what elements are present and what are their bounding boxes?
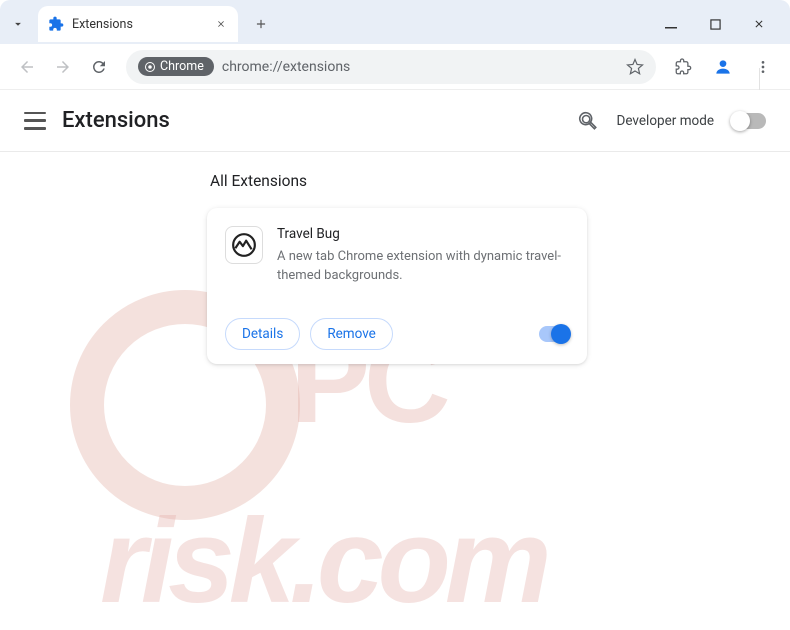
section-title: All Extensions — [210, 172, 790, 190]
person-icon — [713, 57, 733, 77]
minimize-button[interactable] — [658, 11, 684, 37]
extension-description: A new tab Chrome extension with dynamic … — [277, 248, 569, 286]
browser-toolbar: Chrome chrome://extensions — [0, 44, 790, 90]
menu-button[interactable] — [746, 50, 780, 84]
hamburger-line — [24, 119, 46, 122]
hamburger-line — [24, 112, 46, 115]
extension-enable-toggle[interactable] — [539, 326, 569, 342]
search-extensions-button[interactable] — [577, 110, 599, 132]
maximize-icon — [710, 19, 721, 30]
details-button[interactable]: Details — [225, 318, 300, 350]
reload-button[interactable] — [82, 50, 116, 84]
back-button[interactable] — [10, 50, 44, 84]
arrow-right-icon — [54, 58, 72, 76]
chrome-chip-label: Chrome — [160, 59, 204, 74]
chevron-down-icon — [11, 17, 25, 31]
maximize-button[interactable] — [702, 11, 728, 37]
profile-button[interactable] — [706, 50, 740, 84]
chrome-chip: Chrome — [138, 57, 214, 76]
extension-logo — [225, 226, 263, 264]
puzzle-icon — [674, 58, 692, 76]
arrow-left-icon — [18, 58, 36, 76]
menu-toggle-button[interactable] — [24, 112, 46, 130]
close-window-button[interactable] — [746, 11, 772, 37]
close-icon — [216, 19, 226, 29]
star-icon — [626, 58, 644, 76]
url-text: chrome://extensions — [222, 59, 350, 75]
browser-tab[interactable]: Extensions — [38, 6, 238, 42]
address-bar[interactable]: Chrome chrome://extensions — [126, 50, 656, 84]
extension-name: Travel Bug — [277, 226, 569, 242]
tab-search-button[interactable] — [4, 10, 32, 38]
search-icon — [577, 110, 599, 132]
hamburger-line — [24, 127, 46, 130]
extension-card: Travel Bug A new tab Chrome extension wi… — [207, 208, 587, 364]
close-tab-button[interactable] — [214, 17, 228, 31]
page-title: Extensions — [62, 108, 170, 133]
new-tab-button[interactable] — [246, 9, 276, 39]
tab-title: Extensions — [72, 17, 133, 32]
chrome-icon — [144, 61, 156, 73]
developer-mode-toggle[interactable] — [732, 113, 766, 129]
kebab-icon — [755, 59, 771, 75]
page-header: Extensions Developer mode — [0, 90, 790, 152]
extensions-button[interactable] — [666, 50, 700, 84]
extension-icon — [48, 16, 64, 32]
plus-icon — [254, 17, 268, 31]
bookmark-button[interactable] — [626, 58, 644, 76]
reload-icon — [90, 58, 108, 76]
content-area: PC risk.com All Extensions Travel Bug A … — [0, 152, 790, 364]
remove-button[interactable]: Remove — [310, 318, 393, 350]
forward-button[interactable] — [46, 50, 80, 84]
toolbar-divider — [759, 68, 760, 90]
close-icon — [753, 18, 765, 30]
developer-mode-label: Developer mode — [617, 113, 715, 129]
window-controls — [658, 11, 786, 37]
travel-icon — [231, 232, 257, 258]
tab-strip: Extensions — [0, 0, 790, 44]
minimize-icon — [665, 18, 677, 30]
